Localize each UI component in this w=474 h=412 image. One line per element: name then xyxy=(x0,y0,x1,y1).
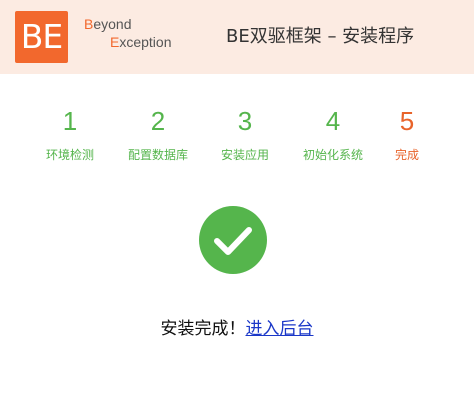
step-number: 2 xyxy=(150,106,166,136)
step-label: 环境检测 xyxy=(45,148,94,162)
step-label: 完成 xyxy=(394,148,419,162)
step-1: 1 环境检测 xyxy=(25,106,115,163)
logo-line-1: Beyond xyxy=(84,16,132,32)
step-label: 配置数据库 xyxy=(127,148,188,162)
completion-message: 安装完成！进入后台 xyxy=(0,317,474,341)
page-title: BE双驱框架 – 安装程序 xyxy=(226,26,415,47)
step-2: 2 配置数据库 xyxy=(113,106,203,163)
logo-line-2: Exception xyxy=(110,34,172,50)
step-number: 5 xyxy=(399,106,415,136)
step-3: 3 安装应用 xyxy=(200,106,290,163)
step-label: 安装应用 xyxy=(220,148,269,162)
logo-wordmark: Beyond Exception xyxy=(84,15,172,51)
check-circle-icon xyxy=(199,206,267,274)
step-number: 3 xyxy=(237,106,253,136)
step-number: 1 xyxy=(62,106,78,136)
logo: BE xyxy=(15,11,68,63)
enter-admin-link[interactable]: 进入后台 xyxy=(246,319,314,339)
logo-letters: BE xyxy=(20,17,64,56)
header-bar: BE Beyond Exception BE双驱框架 – 安装程序 xyxy=(0,0,474,74)
step-5: 5 完成 xyxy=(362,106,452,163)
completion-text: 安装完成！ xyxy=(160,319,246,339)
